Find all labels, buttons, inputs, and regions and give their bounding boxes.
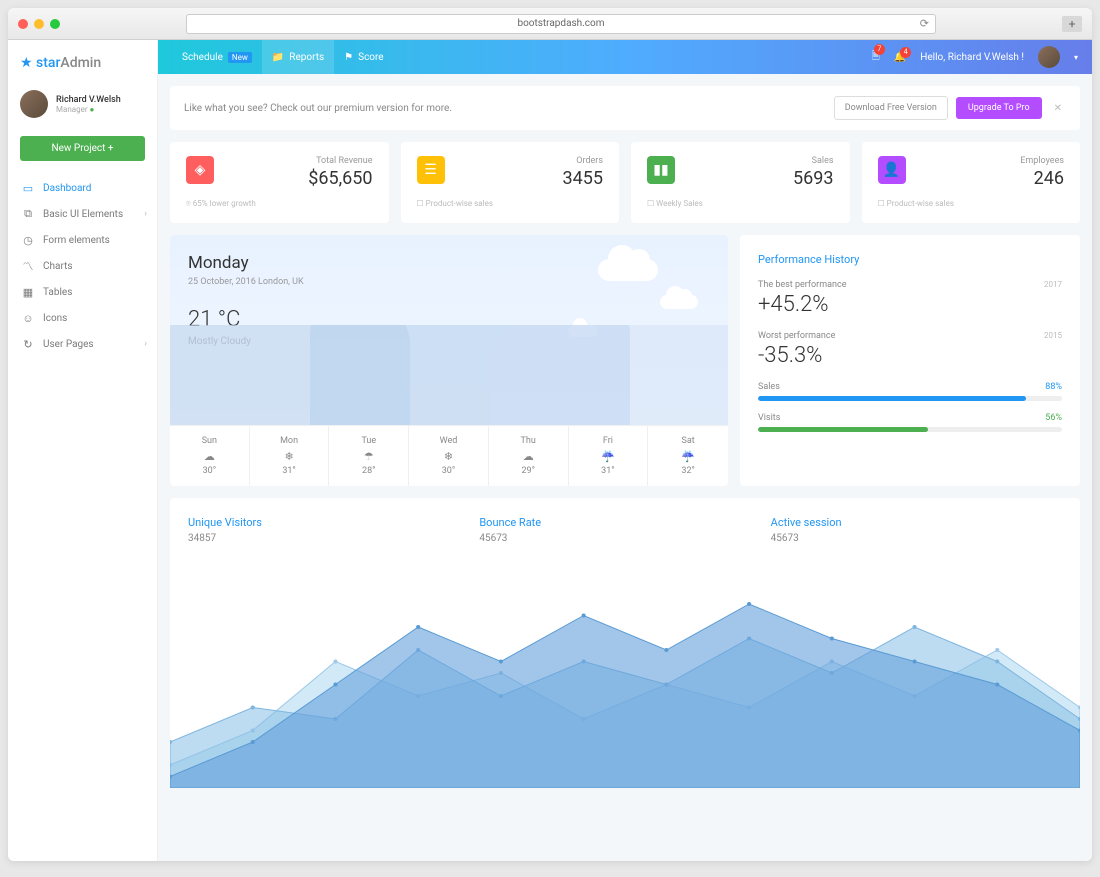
new-project-button[interactable]: New Project + bbox=[20, 136, 145, 161]
chart-title: Bounce Rate bbox=[479, 516, 770, 529]
nav-form-elements[interactable]: ◷Form elements bbox=[8, 227, 157, 253]
topbar-schedule[interactable]: Schedule New bbox=[172, 40, 262, 74]
topbar-reports[interactable]: 📁Reports bbox=[262, 40, 334, 74]
weather-icon: ☂ bbox=[333, 450, 404, 463]
nav-dashboard[interactable]: ▭Dashboard bbox=[8, 175, 157, 201]
topbar-score[interactable]: ⚑Score bbox=[334, 40, 393, 74]
progress-sales: Sales88% bbox=[758, 382, 1062, 401]
stat-revenue: ◈Total Revenue$65,650 ⌾ 65% lower growth bbox=[170, 142, 389, 223]
stats-row: ◈Total Revenue$65,650 ⌾ 65% lower growth… bbox=[170, 142, 1080, 223]
performance-card: Performance History The best performance… bbox=[740, 235, 1080, 486]
url-bar[interactable]: bootstrapdash.com ⟳ bbox=[186, 14, 936, 34]
reload-icon[interactable]: ⟳ bbox=[920, 17, 929, 30]
star-icon: ★ bbox=[20, 55, 33, 71]
weather-card: Monday 25 October, 2016 London, UK 21 °C… bbox=[170, 235, 728, 486]
forecast-day[interactable]: Mon❄31° bbox=[250, 426, 330, 486]
close-icon[interactable]: ✕ bbox=[1050, 103, 1066, 114]
badge-count: 4 bbox=[900, 47, 911, 58]
cloud-icon bbox=[660, 295, 698, 309]
avatar bbox=[20, 90, 48, 118]
messages-button[interactable]: 🗎7 bbox=[872, 49, 880, 66]
bar-chart-icon: ▮▮ bbox=[647, 156, 675, 184]
worst-performance-value: -35.3% bbox=[758, 343, 1062, 368]
weather-icon: ☔ bbox=[652, 450, 724, 463]
greeting-text: Hello, Richard V.Welsh ! bbox=[920, 52, 1024, 63]
stat-employees: 👤Employees246 ☐ Product-wise sales bbox=[862, 142, 1081, 223]
download-free-button[interactable]: Download Free Version bbox=[834, 96, 948, 120]
monitor-icon: ▭ bbox=[22, 182, 34, 194]
folder-icon: 📁 bbox=[272, 52, 284, 63]
grid-icon: ▦ bbox=[22, 286, 34, 298]
card-title: Performance History bbox=[758, 253, 1062, 266]
logo[interactable]: ★ starAdmin bbox=[8, 40, 157, 86]
user-icon: 👤 bbox=[878, 156, 906, 184]
forecast-day[interactable]: Sat☔32° bbox=[648, 426, 728, 486]
window-controls bbox=[18, 19, 60, 29]
sidebar-nav: ▭Dashboard ⧉Basic UI Elements› ◷Form ele… bbox=[8, 167, 157, 861]
clock-icon: ◷ bbox=[22, 234, 34, 246]
list-icon: ☰ bbox=[417, 156, 445, 184]
stat-orders: ☰Orders3455 ☐ Product-wise sales bbox=[401, 142, 620, 223]
face-icon: ☺ bbox=[22, 312, 34, 324]
chevron-right-icon: › bbox=[144, 339, 147, 349]
nav-icons[interactable]: ☺Icons bbox=[8, 305, 157, 331]
logo-part2: Admin bbox=[60, 55, 101, 71]
promo-banner: Like what you see? Check out our premium… bbox=[170, 86, 1080, 130]
sidebar: ★ starAdmin Richard V.Welsh Manager ● Ne… bbox=[8, 40, 158, 861]
url-text: bootstrapdash.com bbox=[517, 18, 604, 29]
online-dot-icon: ● bbox=[90, 105, 95, 114]
sidebar-user[interactable]: Richard V.Welsh Manager ● bbox=[8, 86, 157, 130]
topbar: Schedule New 📁Reports ⚑Score 🗎7 🔔4 Hello… bbox=[158, 40, 1092, 74]
user-role: Manager ● bbox=[56, 105, 121, 114]
main: Schedule New 📁Reports ⚑Score 🗎7 🔔4 Hello… bbox=[158, 40, 1092, 861]
copy-icon: ⧉ bbox=[22, 208, 34, 220]
weather-icon: ❄ bbox=[413, 450, 484, 463]
cube-icon: ◈ bbox=[186, 156, 214, 184]
forecast-row: Sun☁30° Mon❄31° Tue☂28° Wed❄30° Thu☁29° … bbox=[170, 425, 728, 486]
weather-icon: ☔ bbox=[573, 450, 644, 463]
badge-count: 7 bbox=[874, 44, 885, 55]
best-performance-value: +45.2% bbox=[758, 292, 1062, 317]
refresh-icon: ↻ bbox=[22, 338, 34, 350]
notifications-button[interactable]: 🔔4 bbox=[894, 52, 906, 63]
nav-ui-elements[interactable]: ⧉Basic UI Elements› bbox=[8, 201, 157, 227]
promo-text: Like what you see? Check out our premium… bbox=[184, 103, 452, 114]
new-tab-button[interactable]: + bbox=[1062, 16, 1082, 32]
chevron-down-icon[interactable]: ▾ bbox=[1074, 53, 1078, 62]
topbar-avatar[interactable] bbox=[1038, 46, 1060, 68]
weather-icon: ❄ bbox=[254, 450, 325, 463]
forecast-day[interactable]: Sun☁30° bbox=[170, 426, 250, 486]
logo-part1: star bbox=[36, 55, 60, 71]
upgrade-pro-button[interactable]: Upgrade To Pro bbox=[956, 97, 1042, 119]
progress-fill bbox=[758, 427, 928, 432]
nav-user-pages[interactable]: ↻User Pages› bbox=[8, 331, 157, 357]
minimize-window-icon[interactable] bbox=[34, 19, 44, 29]
browser-chrome: bootstrapdash.com ⟳ + bbox=[8, 8, 1092, 40]
weather-icon: ☁ bbox=[493, 450, 564, 463]
chevron-right-icon: › bbox=[144, 209, 147, 219]
user-name: Richard V.Welsh bbox=[56, 95, 121, 105]
visitors-chart-card: Unique Visitors34857 Bounce Rate45673 Ac… bbox=[170, 498, 1080, 788]
cloud-icon bbox=[598, 259, 658, 281]
weather-icon: ☁ bbox=[174, 450, 245, 463]
chart-line-icon: 〽 bbox=[22, 260, 34, 272]
new-badge: New bbox=[228, 52, 252, 63]
close-window-icon[interactable] bbox=[18, 19, 28, 29]
area-chart bbox=[170, 558, 1080, 788]
forecast-day[interactable]: Wed❄30° bbox=[409, 426, 489, 486]
forecast-day[interactable]: Fri☔31° bbox=[569, 426, 649, 486]
forecast-day[interactable]: Tue☂28° bbox=[329, 426, 409, 486]
chart-title: Unique Visitors bbox=[188, 516, 479, 529]
progress-visits: Visits56% bbox=[758, 413, 1062, 432]
content: Like what you see? Check out our premium… bbox=[158, 74, 1092, 861]
stat-sales: ▮▮Sales5693 ☐ Weekly Sales bbox=[631, 142, 850, 223]
chart-title: Active session bbox=[771, 516, 1062, 529]
forecast-day[interactable]: Thu☁29° bbox=[489, 426, 569, 486]
mountains-decoration bbox=[170, 325, 728, 425]
progress-fill bbox=[758, 396, 1026, 401]
nav-charts[interactable]: 〽Charts bbox=[8, 253, 157, 279]
maximize-window-icon[interactable] bbox=[50, 19, 60, 29]
nav-tables[interactable]: ▦Tables bbox=[8, 279, 157, 305]
flag-icon: ⚑ bbox=[344, 52, 353, 63]
